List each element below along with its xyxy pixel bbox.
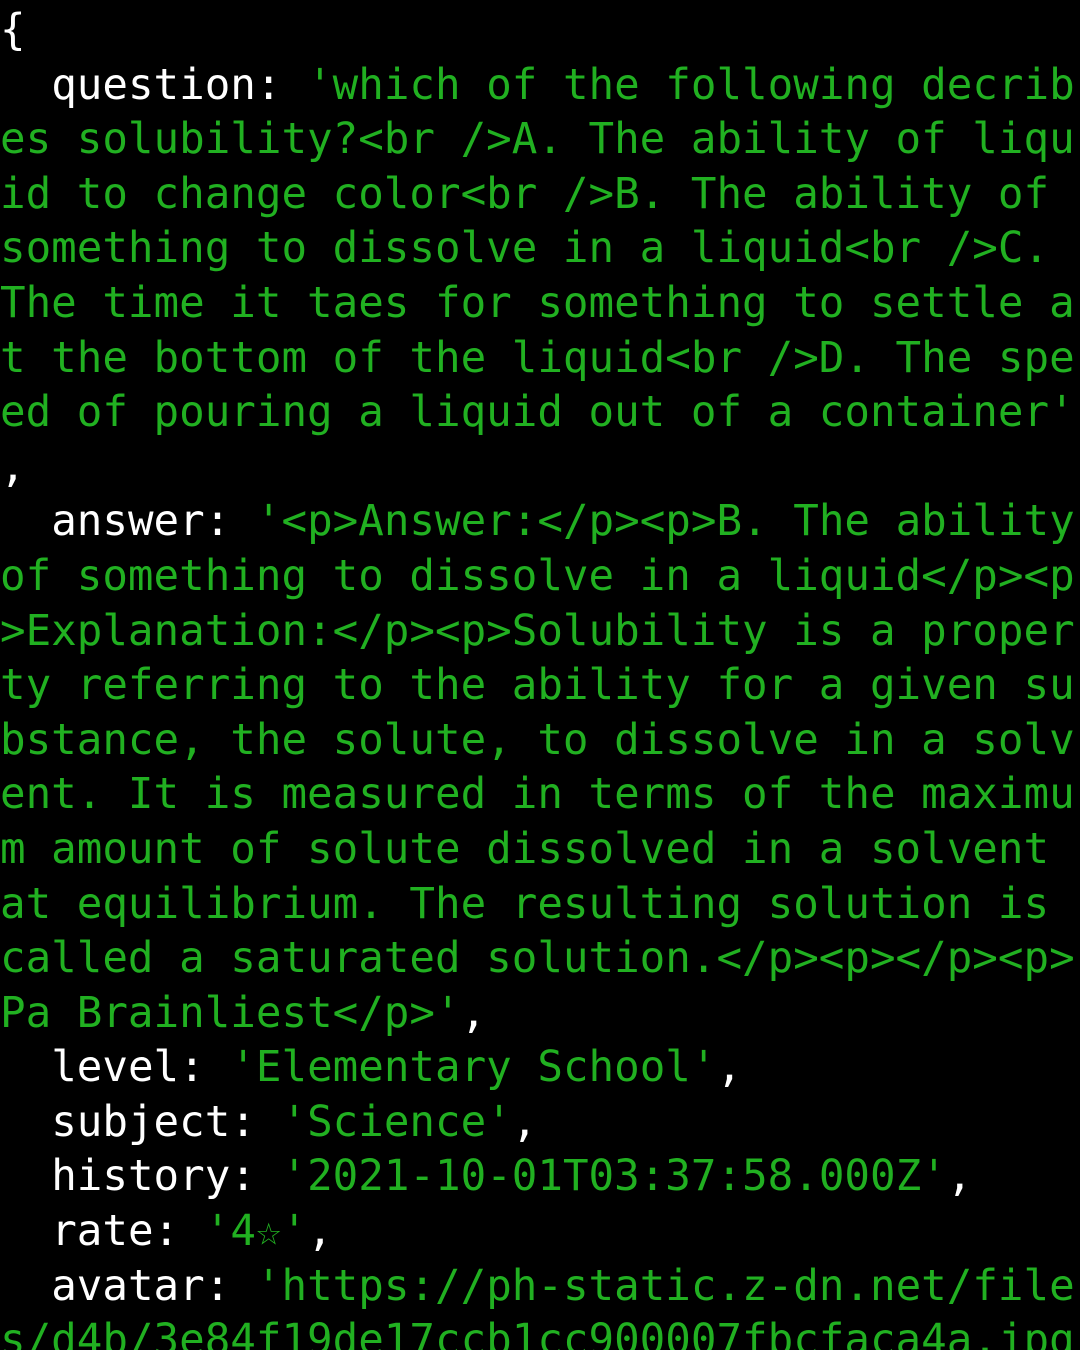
level-value: 'Elementary School' — [230, 1043, 717, 1093]
answer-key: answer — [51, 497, 205, 547]
rate-value: '4☆' — [204, 1207, 308, 1257]
rate-key: rate — [51, 1207, 154, 1257]
answer-value: '<p>Answer:</p><p>B. The ability of some… — [0, 497, 1075, 1038]
level-key: level — [51, 1043, 180, 1093]
history-key: history — [51, 1152, 231, 1202]
terminal-screen: { question: 'which of the following decr… — [0, 0, 1080, 1350]
question-value: 'which of the following decribes solubil… — [0, 60, 1075, 438]
subject-value: 'Science' — [281, 1097, 512, 1147]
open-brace: { — [0, 6, 26, 55]
question-key: question — [51, 60, 256, 110]
avatar-key: avatar — [51, 1261, 205, 1311]
subject-key: subject — [51, 1097, 231, 1147]
history-value: '2021-10-01T03:37:58.000Z' — [281, 1152, 947, 1202]
console-output: { question: 'which of the following decr… — [0, 4, 1080, 1350]
